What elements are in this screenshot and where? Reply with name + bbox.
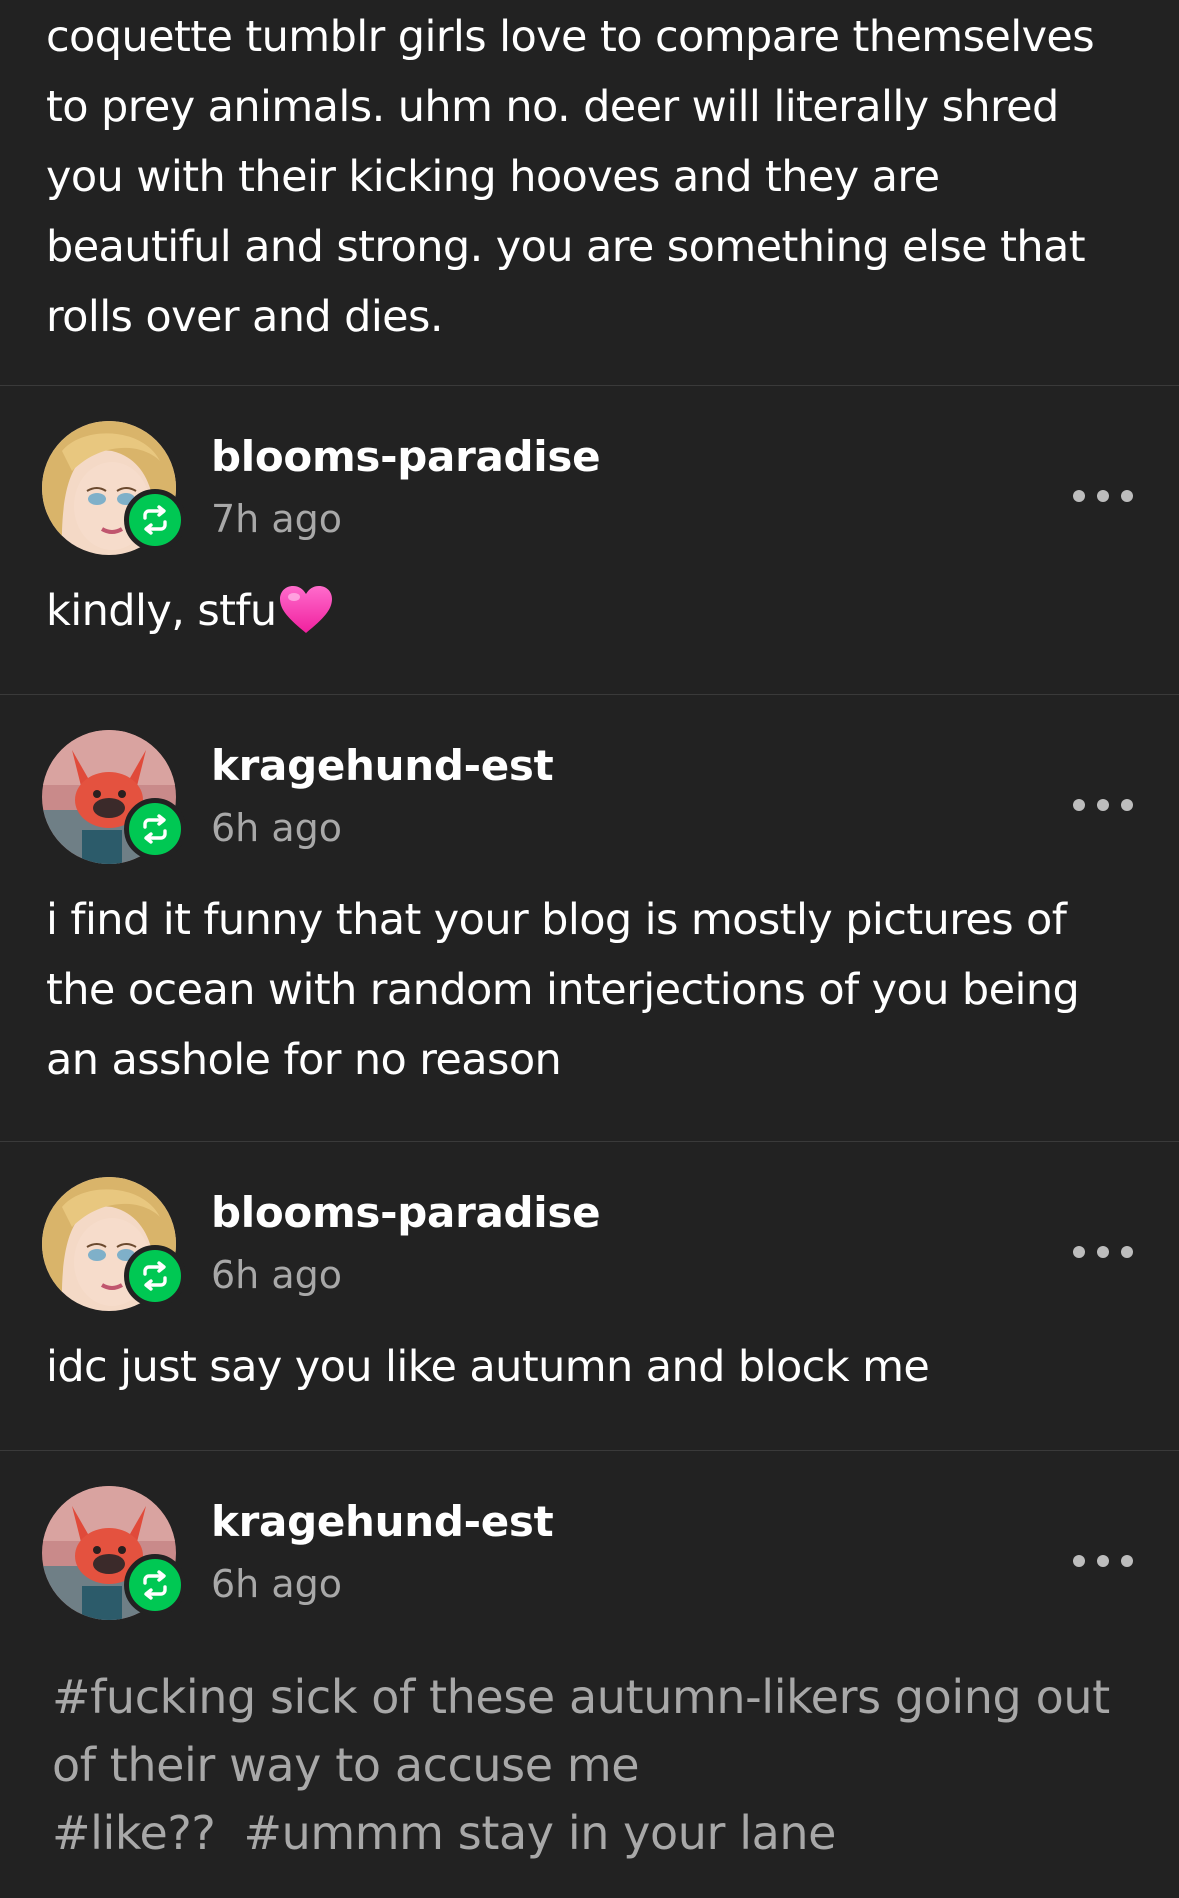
original-post-body: coquette tumblr girls love to compare th… — [46, 12, 1095, 342]
reblog-icon — [143, 1261, 167, 1291]
reblog-meta: blooms-paradise 6h ago — [211, 1187, 601, 1297]
reblog-entry: kragehund-est 6h ago i find it funny tha… — [0, 695, 1179, 1141]
more-options-icon — [1121, 1246, 1133, 1258]
original-post-text: coquette tumblr girls love to compare th… — [0, 0, 1179, 385]
reblog-entry: blooms-paradise 6h ago idc just say you … — [0, 1142, 1179, 1450]
avatar-container[interactable] — [42, 421, 186, 555]
reblog-entry: kragehund-est 6h ago #fucking sick of th… — [0, 1451, 1179, 1898]
more-options-icon — [1097, 799, 1109, 811]
reblog-icon — [143, 505, 167, 535]
reblog-body: i find it funny that your blog is mostly… — [46, 895, 1080, 1085]
avatar-container[interactable] — [42, 1486, 186, 1620]
more-options-icon — [1121, 1555, 1133, 1567]
reblog-body: kindly, stfu — [46, 576, 1133, 646]
more-options-icon — [1121, 799, 1133, 811]
more-options-button[interactable] — [1073, 484, 1133, 508]
more-options-icon — [1073, 1555, 1085, 1567]
more-options-icon — [1097, 1555, 1109, 1567]
reblog-body: idc just say you like autumn and block m… — [46, 1342, 930, 1392]
pink-heart-icon — [279, 586, 332, 633]
username-link[interactable]: kragehund-est — [211, 740, 554, 792]
more-options-icon — [1073, 799, 1085, 811]
timestamp: 6h ago — [211, 1562, 342, 1606]
reblog-header: blooms-paradise 7h ago — [42, 386, 1133, 586]
more-options-icon — [1097, 490, 1109, 502]
username-link[interactable]: kragehund-est — [211, 1496, 554, 1548]
tag-link[interactable]: #fucking sick of these autumn-likers goi… — [52, 1670, 1110, 1792]
reblog-header: blooms-paradise 6h ago — [42, 1142, 1133, 1342]
timestamp: 6h ago — [211, 1253, 342, 1297]
reblog-badge — [124, 798, 186, 860]
reblog-text: kindly, stfu — [46, 586, 277, 636]
reblog-badge — [124, 1245, 186, 1307]
post-feed: coquette tumblr girls love to compare th… — [0, 0, 1179, 1898]
more-options-icon — [1097, 1246, 1109, 1258]
more-options-icon — [1073, 1246, 1085, 1258]
reblog-badge — [124, 1554, 186, 1616]
reblog-icon — [143, 814, 167, 844]
more-options-button[interactable] — [1073, 1240, 1133, 1264]
tag-list: #fucking sick of these autumn-likers goi… — [52, 1663, 1133, 1867]
username-link[interactable]: blooms-paradise — [211, 431, 601, 483]
username-link[interactable]: blooms-paradise — [211, 1187, 601, 1239]
reblog-header: kragehund-est 6h ago — [42, 1451, 1133, 1651]
reblog-entry: blooms-paradise 7h ago kindly, stfu — [0, 386, 1179, 694]
timestamp: 7h ago — [211, 497, 342, 541]
reblog-icon — [143, 1570, 167, 1600]
avatar-container[interactable] — [42, 1177, 186, 1311]
more-options-icon — [1121, 490, 1133, 502]
reblog-meta: kragehund-est 6h ago — [211, 1496, 554, 1606]
more-options-button[interactable] — [1073, 793, 1133, 817]
avatar-container[interactable] — [42, 730, 186, 864]
tag-link[interactable]: #like?? — [52, 1806, 216, 1860]
reblog-badge — [124, 489, 186, 551]
more-options-icon — [1073, 490, 1085, 502]
more-options-button[interactable] — [1073, 1549, 1133, 1573]
reblog-meta: kragehund-est 6h ago — [211, 740, 554, 850]
reblog-header: kragehund-est 6h ago — [42, 695, 1133, 895]
reblog-meta: blooms-paradise 7h ago — [211, 431, 601, 541]
timestamp: 6h ago — [211, 806, 342, 850]
tag-link[interactable]: #ummm stay in your lane — [243, 1806, 836, 1860]
